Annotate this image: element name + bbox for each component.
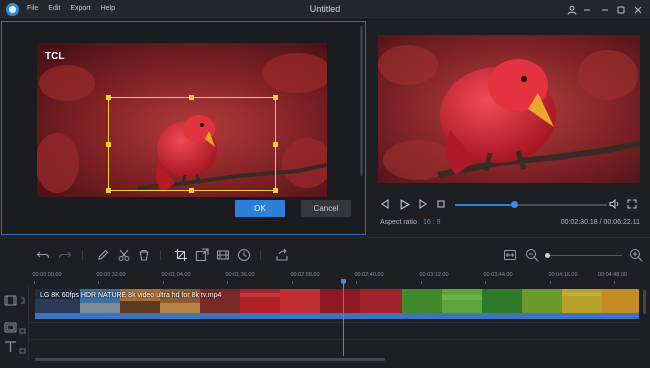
play-icon[interactable] [399,199,411,213]
aspect-ratio-value[interactable]: 16 : 9 [423,219,441,226]
toolbar-divider [260,250,261,260]
track-headers [0,286,29,360]
seek-handle[interactable] [510,201,518,208]
fit-icon[interactable] [503,248,517,262]
ruler-label: 00:02:08.00 [290,272,320,278]
ruler-tick [356,281,357,284]
timeline-horizontal-scrollbar[interactable] [35,358,385,361]
cancel-button[interactable]: Cancel [301,200,351,217]
ruler-tick [421,281,422,284]
menu-export[interactable]: Export [70,5,90,12]
ruler-label: 00:03:44.00 [483,272,513,278]
zoom-out-icon[interactable] [525,248,539,262]
crop-handle-top-right[interactable] [273,95,278,100]
menu-edit[interactable]: Edit [48,5,60,12]
minimize-button[interactable] [598,3,612,16]
trash-icon[interactable] [137,248,151,262]
track-divider [29,339,641,340]
ruler-tick [227,281,228,284]
ruler-tick [292,281,293,284]
zoom-slider[interactable] [545,253,622,258]
crop-frame[interactable] [106,95,278,193]
toolbar-divider [160,250,161,260]
export-icon[interactable] [275,248,289,262]
ruler-label: 00:02:40.00 [354,272,384,278]
close-button[interactable] [631,3,645,16]
ruler-label: 00:00:32.00 [96,272,126,278]
track-header-icons [4,295,26,354]
ruler-label: 00:04:48.00 [597,272,627,278]
track-divider [29,322,641,323]
seek-progress [455,204,515,206]
timecode: 00:02:30.18 / 00:06:22.11 [560,219,640,226]
ruler-tick [163,281,164,284]
next-frame-icon[interactable] [418,199,428,212]
clip-title: LG 8K 60fps HDR NATURE 8k video ultra hd… [40,292,222,299]
video-track-icon [4,295,17,306]
volume-icon[interactable] [609,198,620,212]
playhead[interactable] [343,284,344,356]
app-logo-icon [6,3,19,16]
tcl-watermark: TCL [45,51,64,62]
menu-help[interactable]: Help [101,5,115,12]
menu-file[interactable]: File [27,5,38,12]
ruler-tick [34,281,35,284]
title-bar: File Edit Export Help Untitled [0,0,650,20]
ruler-tick [550,281,551,284]
crop-handle-bottom-right[interactable] [273,188,278,193]
seek-bar[interactable] [455,201,607,208]
menu-bar: File Edit Export Help [27,5,115,12]
crop-handle-bottom-left[interactable] [106,188,111,193]
aspect-ratio-label: Aspect ratio [380,219,417,226]
stop-icon[interactable] [436,199,446,212]
ruler-tick [98,281,99,284]
crop-icon[interactable] [174,248,188,262]
crop-panel: TCL OK Cancel [1,21,366,235]
zoom-in-icon[interactable] [629,248,643,262]
preview-video [378,35,640,183]
edit-toolbar [0,237,650,271]
timeline-ruler[interactable]: 00:00:00.00 00:00:32.00 00:01:04.00 00:0… [30,272,650,284]
toolbar-divider [82,250,83,260]
crop-handle-bottom[interactable] [189,188,194,193]
crop-handle-top[interactable] [189,95,194,100]
ruler-label: 00:01:36.00 [225,272,255,278]
scissors-icon[interactable] [117,248,131,262]
redo-icon[interactable] [58,248,72,262]
crop-handle-top-left[interactable] [106,95,111,100]
ruler-label: 00:04:16.00 [548,272,578,278]
zoom-handle[interactable] [545,253,550,258]
timeline-vertical-scrollbar[interactable] [643,290,646,314]
ruler-tick [485,281,486,284]
ruler-label: 00:00:00.00 [32,272,62,278]
clip-audio-band [35,313,639,319]
undo-icon[interactable] [36,248,50,262]
overlay-track-icon [4,322,17,333]
text-track-icon [5,341,16,352]
timeline-tracks: LG 8K 60fps HDR NATURE 8k video ultra hd… [0,286,650,360]
parrot-preview-image [378,35,640,183]
resize-icon[interactable] [195,248,209,262]
ruler-label: 00:01:04.00 [161,272,191,278]
crop-handle-right[interactable] [273,142,278,147]
prev-frame-icon[interactable] [380,199,390,212]
crop-handle-left[interactable] [106,142,111,147]
ok-button[interactable]: OK [235,200,285,217]
clock-icon[interactable] [237,248,251,262]
maximize-button[interactable] [614,3,628,16]
fullscreen-icon[interactable] [627,199,637,212]
minimize-icon[interactable] [580,3,594,16]
preview-panel: Aspect ratio 16 : 9 00:02:30.18 / 00:06:… [368,21,650,235]
user-icon[interactable] [565,3,579,16]
film-icon[interactable] [216,248,230,262]
crop-panel-scrollbar[interactable] [360,26,363,176]
pen-icon[interactable] [96,248,110,262]
ruler-tick [614,281,615,284]
video-clip[interactable]: LG 8K 60fps HDR NATURE 8k video ultra hd… [35,289,639,313]
ruler-label: 00:03:12.00 [419,272,449,278]
